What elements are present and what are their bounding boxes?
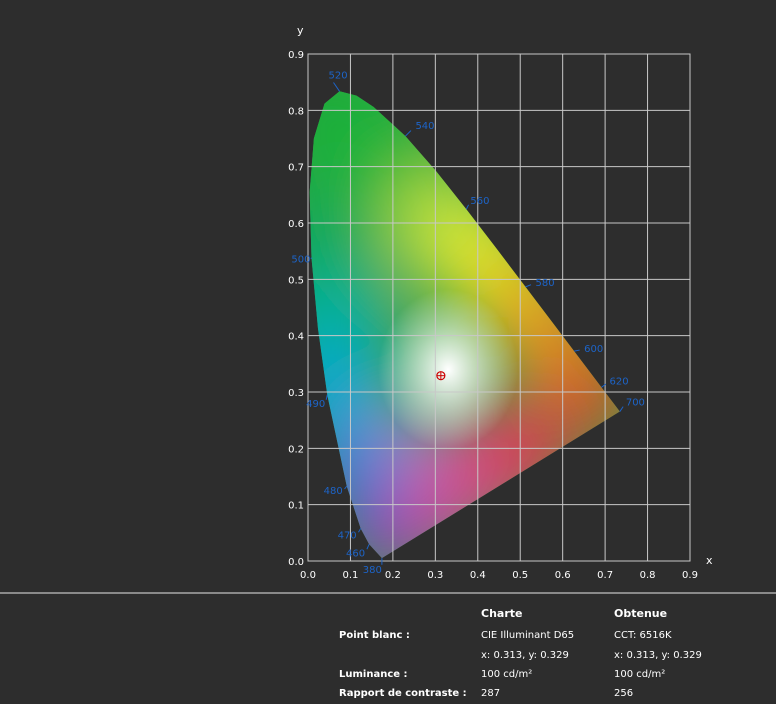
- y-axis-label: y: [297, 24, 304, 37]
- x-axis-label: x: [706, 554, 713, 567]
- obtenue-luminance: 100 cd/m²: [614, 669, 666, 680]
- y-tick-label: 0.9: [288, 50, 304, 61]
- charte-xy: x: 0.313, y: 0.329: [481, 650, 569, 661]
- wavelength-label-480: 480: [324, 486, 343, 497]
- spectral-gamut-area: [309, 91, 620, 559]
- x-tick-label: 0.0: [300, 570, 316, 581]
- obtenue-white-point: CCT: 6516K: [614, 630, 672, 641]
- y-tick-label: 0.0: [288, 557, 304, 568]
- wavelength-tick: [333, 82, 340, 92]
- obtenue-xy: x: 0.313, y: 0.329: [614, 650, 702, 661]
- wavelength-label-560: 560: [470, 196, 489, 207]
- wavelength-tick: [574, 349, 580, 352]
- x-tick-label: 0.1: [342, 570, 358, 581]
- wavelength-label-700: 700: [626, 398, 645, 409]
- y-tick-label: 0.4: [288, 332, 304, 343]
- x-tick-label: 0.3: [427, 570, 443, 581]
- white-point-marker: [436, 371, 446, 381]
- wavelength-tick: [405, 130, 412, 137]
- row-label-white-point: Point blanc :: [339, 630, 410, 641]
- wavelength-tick: [310, 257, 312, 260]
- x-tick-label: 0.7: [597, 570, 613, 581]
- cie-chromaticity-chart: 0.0 0.1 0.2 0.3 0.4 0.5 0.6 0.7 0.8 0.9 0.0 0.1 0.2 0…: [288, 24, 713, 581]
- wavelength-label-520: 520: [329, 70, 348, 81]
- wavelength-tick: [619, 406, 624, 412]
- header-obtenue: Obtenue: [614, 607, 668, 620]
- wavelength-label-620: 620: [610, 376, 629, 387]
- wavelength-label-500: 500: [291, 255, 310, 266]
- obtenue-contrast: 256: [614, 688, 634, 699]
- row-label-contrast: Rapport de contraste :: [339, 688, 467, 699]
- x-tick-label: 0.8: [640, 570, 656, 581]
- x-tick-label: 0.4: [470, 570, 486, 581]
- y-tick-label: 0.5: [288, 275, 304, 286]
- x-tick-label: 0.6: [555, 570, 571, 581]
- wavelength-label-540: 540: [415, 121, 434, 132]
- y-tick-label: 0.1: [288, 501, 304, 512]
- y-tick-label: 0.2: [288, 444, 304, 455]
- y-tick-label: 0.3: [288, 388, 304, 399]
- y-tick-label: 0.7: [288, 163, 304, 174]
- wavelength-label-490: 490: [306, 399, 325, 410]
- x-tick-label: 0.5: [512, 570, 528, 581]
- wavelength-tick: [325, 394, 328, 400]
- wavelength-label-600: 600: [584, 344, 603, 355]
- wavelength-tick: [344, 485, 348, 490]
- x-tick-label: 0.2: [385, 570, 401, 581]
- charte-white-point: CIE Illuminant D65: [481, 630, 575, 641]
- row-label-luminance: Luminance :: [339, 669, 408, 680]
- wavelength-label-380: 380: [363, 565, 382, 576]
- y-tick-label: 0.8: [288, 106, 304, 117]
- wavelength-tick: [358, 528, 362, 533]
- header-charte: Charte: [481, 607, 523, 620]
- wavelength-tick: [525, 284, 532, 288]
- wavelength-label-580: 580: [536, 278, 555, 289]
- whitepoint-info-table: Charte Obtenue Point blanc : CIE Illumin…: [0, 594, 776, 704]
- wavelength-tick: [366, 544, 370, 550]
- wavelength-label-470: 470: [338, 530, 357, 541]
- x-tick-label: 0.9: [682, 570, 698, 581]
- charte-contrast: 287: [481, 688, 501, 699]
- y-tick-label: 0.6: [288, 219, 304, 230]
- wavelength-label-460: 460: [346, 548, 365, 559]
- wavelength-tick: [465, 204, 470, 210]
- charte-luminance: 100 cd/m²: [481, 669, 533, 680]
